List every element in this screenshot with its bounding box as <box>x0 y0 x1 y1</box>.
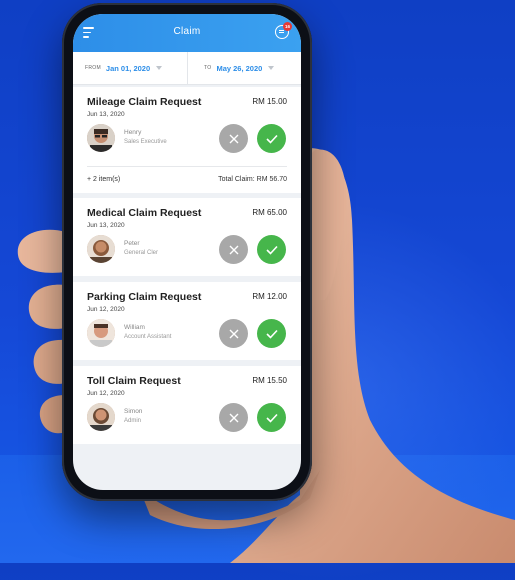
total-claim: Total Claim: RM 56.70 <box>218 176 287 183</box>
check-icon <box>265 413 278 423</box>
close-icon <box>229 413 238 422</box>
reject-button[interactable] <box>219 124 248 153</box>
approve-button[interactable] <box>257 403 286 432</box>
employee-role: General Cler <box>124 250 159 256</box>
claim-amount: RM 15.50 <box>252 376 287 385</box>
claim-card[interactable]: Toll Claim Request RM 15.50 Jun 12, 2020… <box>73 366 301 444</box>
to-label: TO <box>204 65 212 71</box>
caret-down-icon <box>156 66 163 70</box>
reject-button[interactable] <box>219 235 248 264</box>
notification-badge: 16 <box>283 22 292 31</box>
claim-amount: RM 12.00 <box>252 292 287 301</box>
from-label: FROM <box>85 65 101 71</box>
approve-button[interactable] <box>257 235 286 264</box>
check-icon <box>265 134 278 144</box>
to-date-selector[interactable]: TO May 26, 2020 <box>204 52 275 84</box>
phone-screen: Claim 16 FROM Jan 01, 2020 TO May 26, 20… <box>73 14 301 490</box>
avatar <box>87 403 115 431</box>
divider <box>87 166 287 167</box>
claim-date: Jun 13, 2020 <box>87 111 125 118</box>
employee-name: William <box>124 324 145 331</box>
claim-title: Parking Claim Request <box>87 291 202 303</box>
employee-name: Simon <box>124 408 143 415</box>
claim-title: Medical Claim Request <box>87 207 202 219</box>
app-bar: Claim 16 <box>73 14 301 52</box>
avatar <box>87 124 115 152</box>
claim-date: Jun 13, 2020 <box>87 222 125 229</box>
employee-role: Account Assistant <box>124 334 172 340</box>
from-date-selector[interactable]: FROM Jan 01, 2020 <box>85 52 163 84</box>
claim-card[interactable]: Medical Claim Request RM 65.00 Jun 13, 2… <box>73 198 301 276</box>
claim-amount: RM 65.00 <box>252 208 287 217</box>
close-icon <box>229 245 238 254</box>
claim-amount: RM 15.00 <box>252 97 287 106</box>
claim-title: Toll Claim Request <box>87 375 181 387</box>
page-title: Claim <box>173 26 201 37</box>
check-icon <box>265 245 278 255</box>
claim-title: Mileage Claim Request <box>87 96 202 108</box>
employee-role: Admin <box>124 418 142 424</box>
divider <box>187 52 188 84</box>
claim-card[interactable]: Parking Claim Request RM 12.00 Jun 12, 2… <box>73 282 301 360</box>
reject-button[interactable] <box>219 319 248 348</box>
employee-role: Sales Executive <box>124 139 167 145</box>
more-items-link[interactable]: + 2 item(s) <box>87 176 120 183</box>
close-icon <box>229 134 238 143</box>
from-date-value: Jan 01, 2020 <box>105 63 151 73</box>
claim-date: Jun 12, 2020 <box>87 390 125 397</box>
employee-name: Peter <box>124 240 140 247</box>
avatar <box>87 235 115 263</box>
avatar <box>87 319 115 347</box>
approve-button[interactable] <box>257 319 286 348</box>
approve-button[interactable] <box>257 124 286 153</box>
employee-name: Henry <box>124 129 142 136</box>
claim-card[interactable]: Mileage Claim Request RM 15.00 Jun 13, 2… <box>73 87 301 193</box>
check-icon <box>265 329 278 339</box>
claim-date: Jun 12, 2020 <box>87 306 125 313</box>
caret-down-icon <box>268 66 275 70</box>
reject-button[interactable] <box>219 403 248 432</box>
date-filter-bar: FROM Jan 01, 2020 TO May 26, 2020 <box>73 52 301 85</box>
to-date-value: May 26, 2020 <box>216 63 263 73</box>
close-icon <box>229 329 238 338</box>
